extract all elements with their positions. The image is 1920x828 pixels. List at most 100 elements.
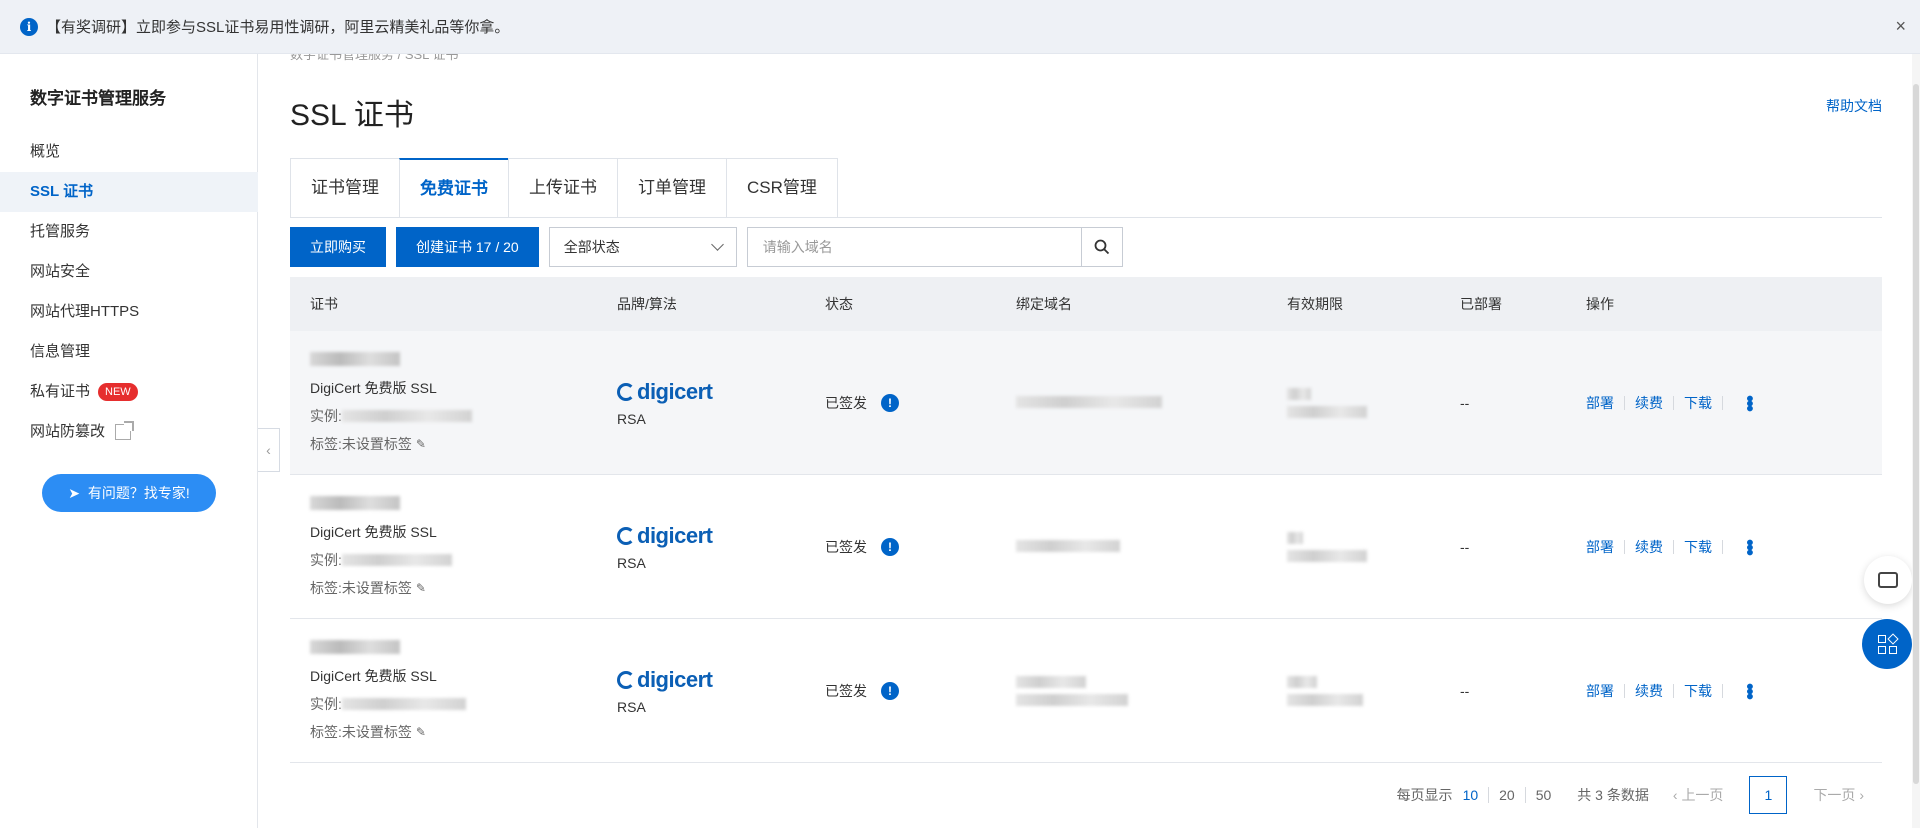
instance-redacted	[341, 409, 472, 422]
ask-expert-button[interactable]: ➤ 有问题？找专家!	[42, 474, 216, 512]
status-cell: 已签发 !	[805, 537, 996, 557]
cert-name-redacted	[310, 351, 400, 366]
prev-page-button[interactable]: ‹ 上一页	[1673, 785, 1724, 805]
deploy-link[interactable]: 部署	[1586, 537, 1614, 557]
bird-icon: ➤	[68, 484, 80, 501]
sidebar-item-ssl[interactable]: SSL 证书	[0, 172, 258, 212]
prev-label: 上一页	[1681, 787, 1724, 803]
close-icon[interactable]: ×	[1895, 16, 1906, 37]
cert-type: DigiCert 免费版 SSL	[310, 379, 437, 396]
column-header: 证书	[310, 296, 338, 312]
tab-order-management[interactable]: 订单管理	[617, 158, 727, 218]
tab-free-cert[interactable]: 免费证书	[399, 158, 509, 218]
download-link[interactable]: 下载	[1684, 537, 1712, 557]
column-header: 绑定域名	[1016, 296, 1072, 312]
alert-icon[interactable]: !	[881, 537, 899, 556]
deploy-link[interactable]: 部署	[1586, 393, 1614, 413]
sidebar-item-site-security[interactable]: 网站安全	[0, 252, 258, 292]
instance-label: 实例:	[310, 695, 342, 712]
status-text: 已签发	[825, 394, 867, 411]
instance-line: 实例:	[310, 694, 597, 714]
tab-upload-cert[interactable]: 上传证书	[508, 158, 618, 218]
digicert-logo: digicert	[617, 523, 805, 549]
divider	[1673, 683, 1674, 698]
sidebar-item-tamper-protection[interactable]: 网站防篡改	[0, 412, 258, 452]
page-size-20[interactable]: 20	[1489, 787, 1525, 803]
create-cert-button[interactable]: 创建证书 17 / 20	[396, 227, 539, 267]
sidebar-item-label: 私有证书	[30, 383, 91, 400]
divider	[1722, 539, 1723, 554]
status-select[interactable]: 全部状态	[548, 227, 737, 267]
help-docs-link[interactable]: 帮助文档	[1826, 96, 1882, 116]
digicert-ring-icon	[617, 526, 635, 545]
chat-icon	[1878, 572, 1898, 588]
operations-cell: 部署 续费 下载 •••	[1566, 537, 1882, 557]
brand-name: digicert	[637, 666, 713, 692]
next-page-button[interactable]: 下一页 ›	[1813, 785, 1864, 805]
buy-now-button[interactable]: 立即购买	[290, 227, 386, 267]
more-icon[interactable]: •••	[1737, 539, 1760, 554]
scrollbar[interactable]	[1912, 54, 1920, 828]
alert-icon[interactable]: !	[881, 393, 899, 412]
domain-cell	[996, 675, 1267, 706]
tag-label: 标签:未设置标签	[310, 435, 412, 452]
search-icon	[1094, 239, 1109, 255]
validity-redacted	[1287, 549, 1367, 562]
cert-name-redacted	[310, 639, 400, 654]
domain-search-input[interactable]	[746, 227, 1081, 267]
deploy-link[interactable]: 部署	[1586, 681, 1614, 701]
instance-line: 实例:	[310, 550, 597, 570]
chat-float-button[interactable]	[1864, 556, 1912, 604]
cert-cell: DigiCert 免费版 SSL 实例: 标签:未设置标签 ✎	[290, 495, 597, 598]
tab-csr-management[interactable]: CSR管理	[726, 158, 838, 218]
column-header: 操作	[1586, 296, 1614, 312]
instance-line: 实例:	[310, 406, 597, 426]
apps-float-button[interactable]	[1862, 619, 1912, 669]
table-row: DigiCert 免费版 SSL 实例: 标签:未设置标签 ✎ digicert …	[290, 619, 1882, 763]
tag-edit[interactable]: 标签:未设置标签 ✎	[310, 578, 597, 598]
tag-edit[interactable]: 标签:未设置标签 ✎	[310, 722, 597, 742]
column-header: 已部署	[1460, 296, 1502, 312]
tab-cert-management[interactable]: 证书管理	[290, 158, 400, 218]
more-icon[interactable]: •••	[1737, 683, 1760, 698]
tag-edit[interactable]: 标签:未设置标签 ✎	[310, 434, 597, 454]
sidebar-item-https-proxy[interactable]: 网站代理HTTPS	[0, 292, 258, 332]
announcement-text[interactable]: 【有奖调研】立即参与SSL证书易用性调研，阿里云精美礼品等你拿。	[46, 16, 509, 37]
tabs-divider	[290, 217, 1882, 218]
column-header: 状态	[825, 296, 853, 312]
algorithm: RSA	[617, 410, 646, 427]
download-link[interactable]: 下载	[1684, 393, 1712, 413]
column-header: 品牌/算法	[617, 296, 677, 312]
alert-icon[interactable]: !	[881, 681, 899, 700]
page-size-50[interactable]: 50	[1526, 787, 1562, 803]
sidebar-title: 数字证书管理服务	[30, 89, 166, 108]
digicert-logo: digicert	[617, 379, 805, 405]
sidebar-collapse-handle[interactable]: ‹	[258, 428, 280, 472]
brand-cell: digicert RSA	[597, 379, 805, 427]
download-link[interactable]: 下载	[1684, 681, 1712, 701]
digicert-ring-icon	[617, 382, 635, 401]
page-title: SSL 证书	[290, 99, 414, 132]
cert-table: 证书 品牌/算法 状态 绑定域名 有效期限 已部署 操作 DigiCert 免费…	[290, 277, 1882, 763]
renew-link[interactable]: 续费	[1635, 681, 1663, 701]
divider	[1722, 683, 1723, 698]
new-badge: NEW	[98, 383, 138, 401]
deployed-cell: --	[1460, 394, 1470, 411]
more-icon[interactable]: •••	[1737, 395, 1760, 410]
renew-link[interactable]: 续费	[1635, 393, 1663, 413]
digicert-ring-icon	[617, 670, 635, 689]
column-header: 有效期限	[1287, 296, 1343, 312]
toolbar: 立即购买 创建证书 17 / 20 全部状态	[290, 227, 1123, 267]
instance-redacted	[341, 697, 466, 710]
scrollbar-thumb[interactable]	[1913, 84, 1919, 784]
sidebar-item-private-cert[interactable]: 私有证书 NEW	[0, 372, 258, 412]
current-page[interactable]: 1	[1749, 776, 1788, 814]
main-content: 数字证书管理服务 / SSL 证书 SSL 证书 帮助文档 证书管理 免费证书 …	[290, 47, 1882, 828]
sidebar-item-info[interactable]: 信息管理	[0, 332, 258, 372]
search-button[interactable]	[1080, 227, 1123, 267]
instance-label: 实例:	[310, 551, 342, 568]
renew-link[interactable]: 续费	[1635, 537, 1663, 557]
sidebar-item-hosting[interactable]: 托管服务	[0, 212, 258, 252]
sidebar-item-overview[interactable]: 概览	[0, 132, 258, 172]
page-size-10[interactable]: 10	[1453, 787, 1489, 803]
